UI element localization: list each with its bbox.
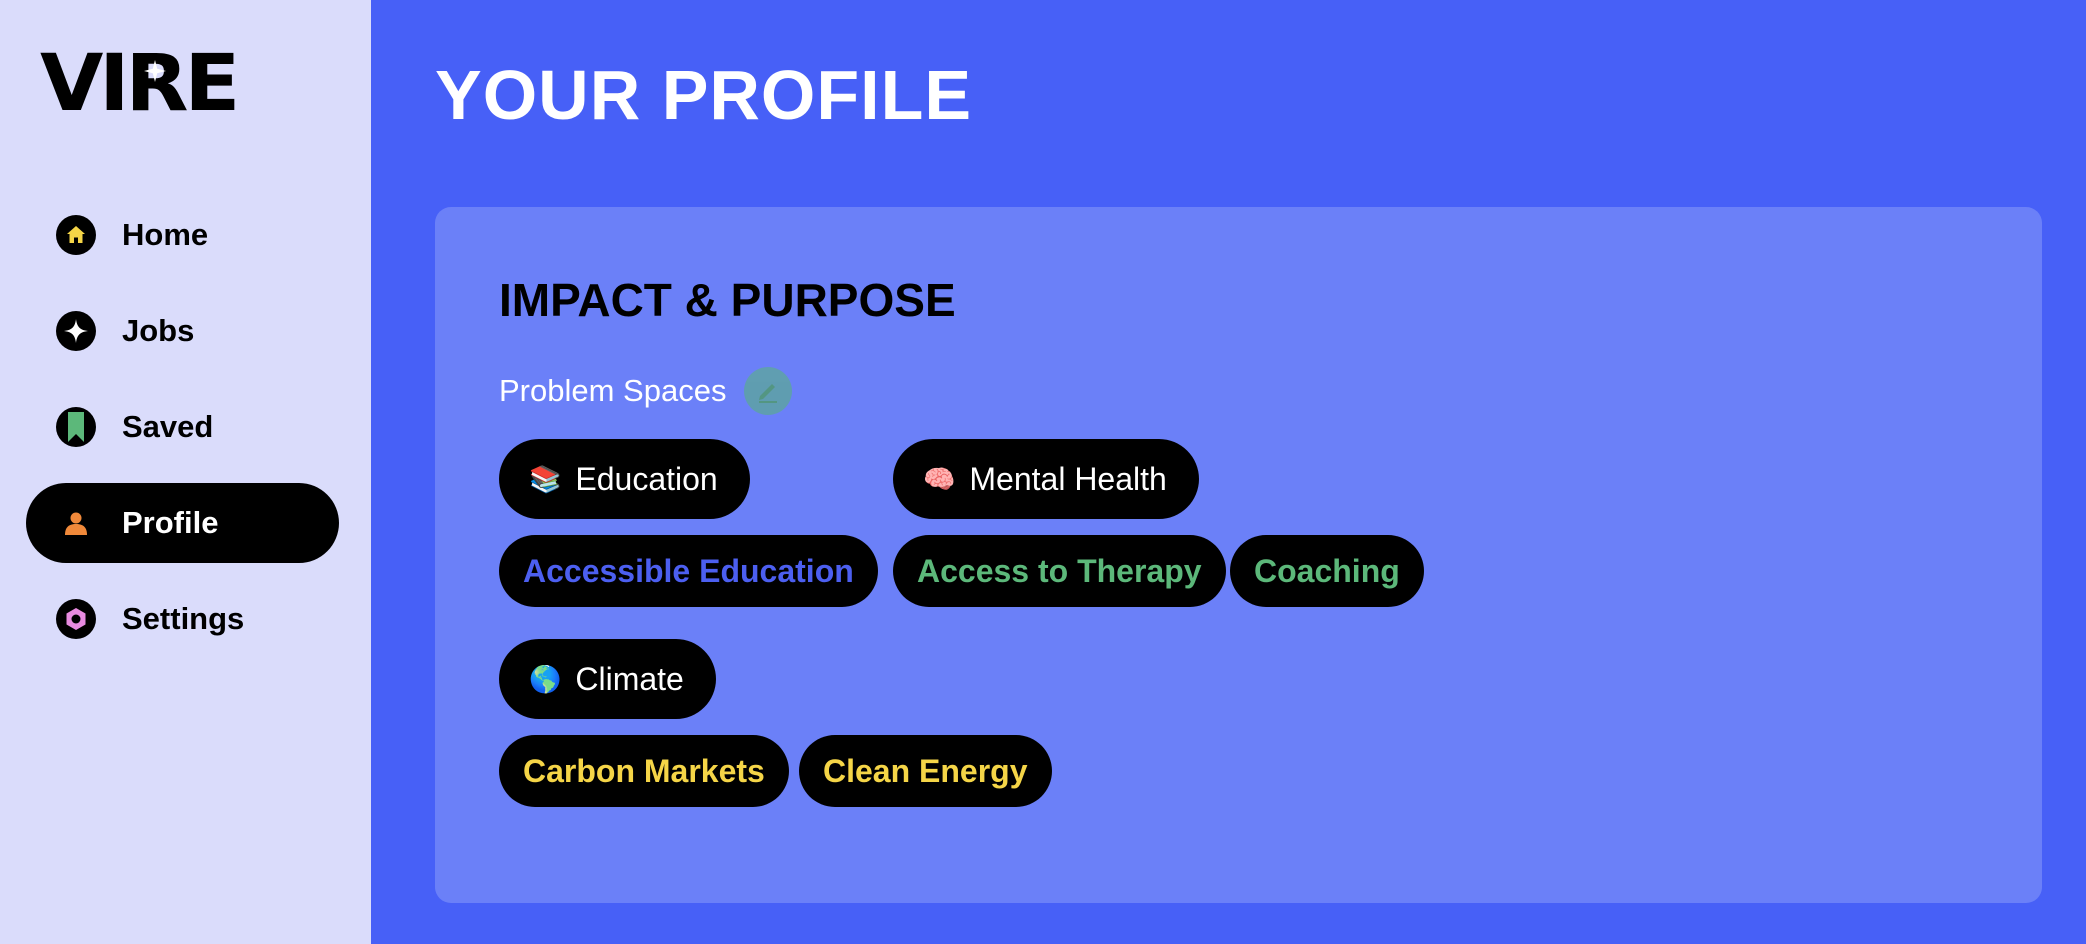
problem-space-label: Education: [575, 460, 718, 497]
edit-problem-spaces-button[interactable]: [744, 367, 793, 415]
sidebar-item-label: Saved: [122, 409, 214, 444]
sidebar-item-jobs[interactable]: Jobs: [26, 291, 339, 371]
pencil-icon: [759, 384, 778, 403]
bookmark-icon: [56, 407, 96, 447]
sidebar-item-label: Settings: [122, 601, 245, 636]
card-title: IMPACT & PURPOSE: [499, 274, 956, 326]
problem-spaces-label: Problem Spaces: [499, 373, 727, 408]
logo-sparkle-icon: [144, 60, 166, 82]
problem-space-label: Climate: [575, 660, 684, 697]
books-icon: 📚: [529, 464, 562, 494]
sidebar-item-label: Jobs: [122, 313, 195, 348]
subtopic-chip[interactable]: Carbon Markets: [499, 735, 789, 807]
subtopic-chip[interactable]: Access to Therapy: [893, 535, 1226, 607]
page-title: YOUR PROFILE: [435, 56, 973, 134]
app-window: VIRE Home Jobs Saved Profile Settings YO…: [0, 0, 2086, 944]
problem-space-pill-mental-health[interactable]: 🧠 Mental Health: [893, 439, 1199, 519]
problem-space-pill-education[interactable]: 📚 Education: [499, 439, 750, 519]
gear-icon: [56, 599, 96, 639]
vire-logo[interactable]: VIRE: [40, 45, 240, 123]
problem-spaces-header: Problem Spaces: [499, 367, 793, 415]
brain-icon: 🧠: [923, 464, 956, 494]
sidebar-item-label: Profile: [122, 505, 219, 540]
home-icon: [56, 215, 96, 255]
sidebar-item-profile[interactable]: Profile: [26, 483, 339, 563]
sidebar-item-settings[interactable]: Settings: [26, 579, 339, 659]
sidebar-item-label: Home: [122, 217, 209, 252]
subtopic-chip[interactable]: Clean Energy: [799, 735, 1052, 807]
globe-icon: 🌎: [529, 664, 562, 694]
problem-space-pill-climate[interactable]: 🌎 Climate: [499, 639, 716, 719]
sparkle-icon: [56, 311, 96, 351]
person-icon: [56, 503, 96, 543]
logo-text: VIRE: [40, 39, 240, 129]
sidebar: VIRE Home Jobs Saved Profile Settings: [0, 0, 371, 944]
sidebar-item-home[interactable]: Home: [26, 195, 339, 275]
sidebar-item-saved[interactable]: Saved: [26, 387, 339, 467]
subtopic-chip[interactable]: Accessible Education: [499, 535, 878, 607]
problem-space-label: Mental Health: [969, 460, 1167, 497]
impact-purpose-card: IMPACT & PURPOSE Problem Spaces 📚 Educat…: [435, 207, 2042, 903]
subtopic-chip[interactable]: Coaching: [1230, 535, 1424, 607]
sidebar-nav: Home Jobs Saved Profile Settings: [26, 195, 339, 675]
